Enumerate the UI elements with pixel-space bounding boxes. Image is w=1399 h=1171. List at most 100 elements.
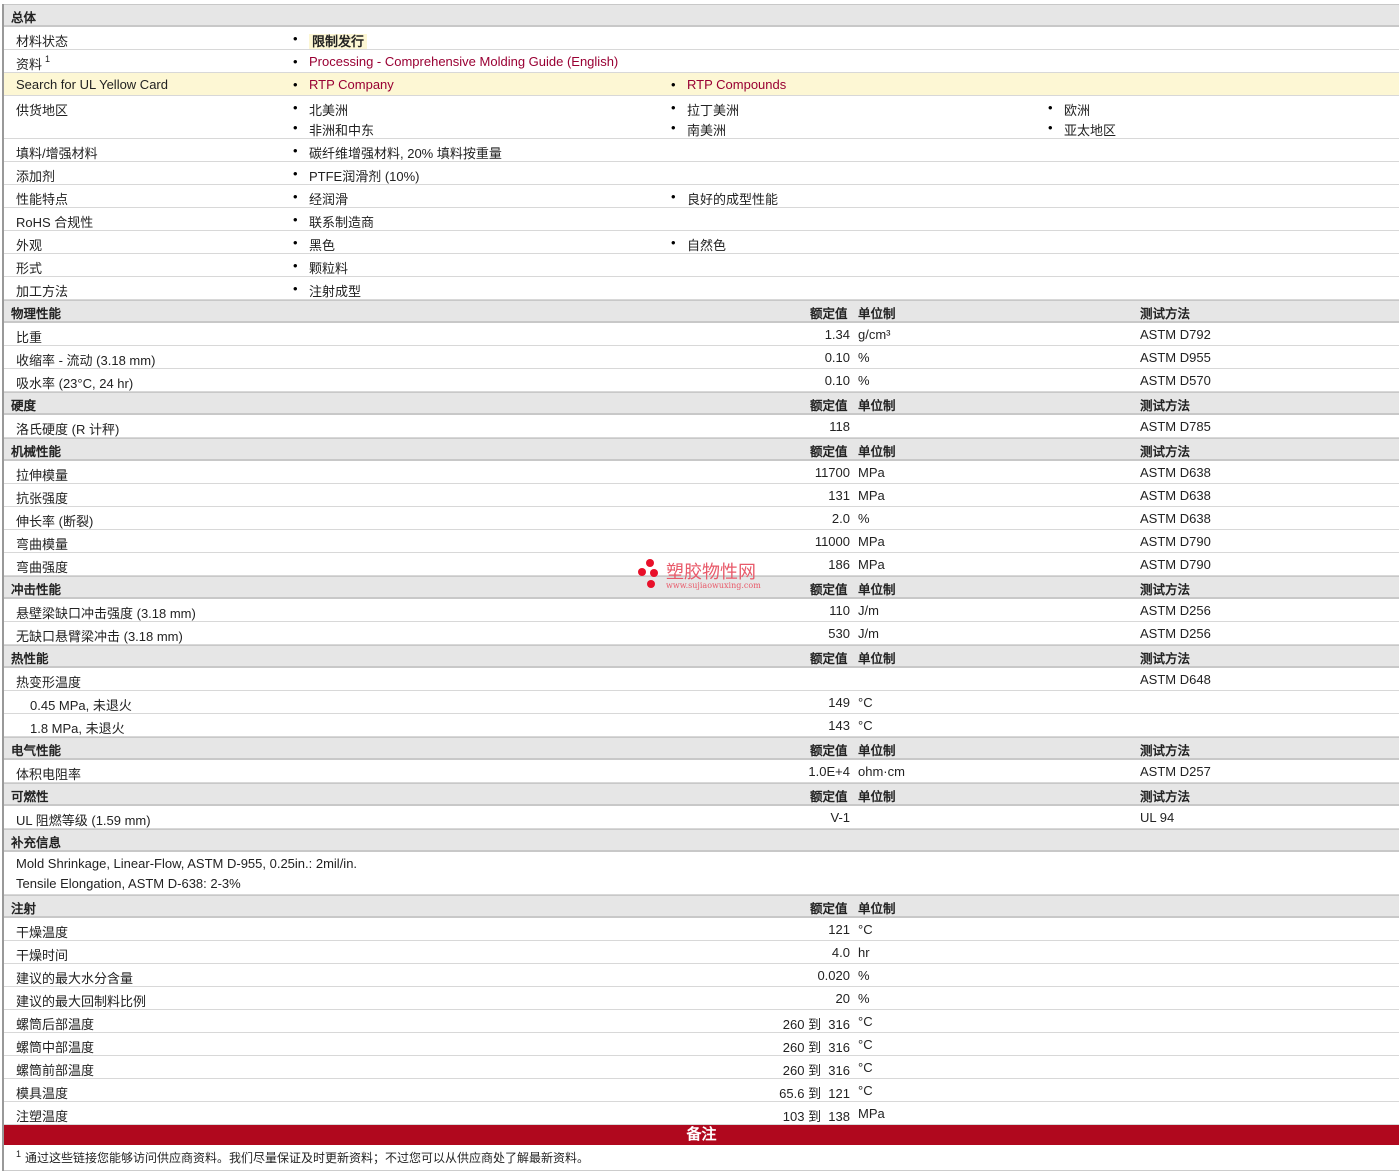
- item-text: 拉丁美洲: [687, 103, 740, 118]
- item-text: 良好的成型性能: [687, 192, 779, 207]
- header-method: 测试方法: [1140, 582, 1191, 597]
- link-item[interactable]: RTP Company: [293, 77, 394, 92]
- property-value: 20: [835, 991, 850, 1006]
- property-unit: J/m: [858, 626, 879, 641]
- property-value: 118: [829, 419, 850, 434]
- property-label: 体积电阻率: [16, 767, 82, 782]
- general-row: 资料1 Processing - Comprehensive Molding Gu…: [4, 50, 1399, 73]
- header-method: 测试方法: [1140, 444, 1191, 459]
- property-unit: g/cm³: [858, 327, 891, 342]
- general-row: 供货地区 北美洲非洲和中东 拉丁美洲南美洲 欧洲亚太地区: [4, 96, 1399, 139]
- test-method: ASTM D790: [1140, 557, 1211, 572]
- test-method: ASTM D785: [1140, 419, 1211, 434]
- property-row: 弯曲模量 11000 MPa ASTM D790: [4, 530, 1399, 553]
- property-value: 110: [829, 603, 850, 618]
- property-unit: °C: [858, 922, 873, 937]
- list-item: 拉丁美洲: [671, 100, 740, 119]
- list-item: 欧洲: [1048, 100, 1090, 119]
- header-value: 额定值: [810, 651, 848, 666]
- property-value: 260 到 316: [782, 1017, 850, 1032]
- general-row: 添加剂 PTFE润滑剂 (10%): [4, 162, 1399, 185]
- header-unit: 单位制: [858, 444, 896, 459]
- item-text[interactable]: Processing - Comprehensive Molding Guide…: [309, 54, 618, 69]
- property-label: 建议的最大回制料比例: [16, 994, 147, 1009]
- list-item: 联系制造商: [293, 212, 374, 231]
- general-row: 外观 黑色 自然色: [4, 231, 1399, 254]
- section-header: 可燃性 额定值 单位制 测试方法: [4, 783, 1399, 806]
- item-text[interactable]: RTP Compounds: [687, 77, 786, 92]
- item-text: 非洲和中东: [309, 123, 375, 138]
- link-item[interactable]: RTP Compounds: [671, 77, 786, 92]
- row-label: 供货地区: [16, 103, 69, 118]
- property-row: 模具温度 65.6 到 121 °C: [4, 1079, 1399, 1102]
- row-label: 外观: [16, 238, 43, 253]
- property-label: 螺筒前部温度: [16, 1063, 95, 1078]
- section-title: 可燃性: [11, 789, 49, 804]
- notes-header: 备注: [4, 1125, 1399, 1145]
- property-unit: MPa: [858, 465, 885, 480]
- section-title: 机械性能: [11, 444, 62, 459]
- row-label: 添加剂: [16, 169, 56, 184]
- list-item: 非洲和中东: [293, 120, 375, 139]
- footnote-text: 通过这些链接您能够访问供应商资料。我们尽量保证及时更新资料；不过您可以从供应商处…: [25, 1151, 590, 1165]
- property-row: 体积电阻率 1.0E+4 ohm·cm ASTM D257: [4, 760, 1399, 783]
- general-row: 材料状态 限制发行: [4, 27, 1399, 50]
- property-value: 0.10: [824, 373, 850, 388]
- header-unit: 单位制: [858, 651, 896, 666]
- property-value: 260 到 316: [782, 1040, 850, 1055]
- header-unit: 单位制: [858, 743, 896, 758]
- test-method: UL 94: [1140, 810, 1175, 825]
- item-text: 南美洲: [687, 123, 727, 138]
- item-text[interactable]: RTP Company: [309, 77, 394, 92]
- property-row: 螺筒后部温度 260 到 316 °C: [4, 1010, 1399, 1033]
- header-value: 额定值: [810, 582, 848, 597]
- test-method: ASTM D570: [1140, 373, 1211, 388]
- section-header: 物理性能 额定值 单位制 测试方法: [4, 300, 1399, 323]
- property-label: 无缺口悬臂梁冲击 (3.18 mm): [16, 629, 183, 644]
- row-label: 性能特点: [16, 192, 69, 207]
- property-label: 拉伸模量: [16, 468, 69, 483]
- property-row: 抗张强度 131 MPa ASTM D638: [4, 484, 1399, 507]
- property-label: 洛氏硬度 (R 计秤): [16, 422, 120, 437]
- property-label: 收缩率 - 流动 (3.18 mm): [16, 353, 156, 368]
- property-label: 注塑温度: [16, 1109, 69, 1124]
- header-method: 测试方法: [1140, 398, 1191, 413]
- item-text: 经润滑: [309, 192, 349, 207]
- section-injection: 注射 额定值 单位制: [4, 895, 1399, 918]
- link-item[interactable]: Processing - Comprehensive Molding Guide…: [293, 54, 618, 69]
- property-unit: MPa: [858, 534, 885, 549]
- header-value: 额定值: [810, 306, 848, 321]
- property-row: UL 阻燃等级 (1.59 mm) V-1 UL 94: [4, 806, 1399, 829]
- header-value: 额定值: [810, 444, 848, 459]
- property-value: 65.6 到 121: [779, 1086, 850, 1101]
- property-label: 1.8 MPa, 未退火: [30, 721, 125, 736]
- property-value: 186: [828, 557, 850, 572]
- item-text: 黑色: [309, 238, 336, 253]
- property-row: 洛氏硬度 (R 计秤) 118 ASTM D785: [4, 415, 1399, 438]
- property-unit: %: [858, 373, 870, 388]
- property-row: 收缩率 - 流动 (3.18 mm) 0.10% ASTM D955: [4, 346, 1399, 369]
- section-title: 硬度: [11, 398, 37, 413]
- property-row: 伸长率 (断裂) 2.0% ASTM D638: [4, 507, 1399, 530]
- general-row: 加工方法 注射成型: [4, 277, 1399, 300]
- item-text: 注射成型: [309, 284, 362, 299]
- header-value: 额定值: [810, 743, 848, 758]
- general-row: RoHS 合规性 联系制造商: [4, 208, 1399, 231]
- header-method: 测试方法: [1140, 306, 1191, 321]
- test-method: ASTM D638: [1140, 465, 1211, 480]
- property-unit: °C: [858, 1060, 873, 1075]
- property-value: 131: [828, 488, 850, 503]
- property-value: 143: [828, 718, 850, 733]
- property-row: 吸水率 (23°C, 24 hr) 0.10% ASTM D570: [4, 369, 1399, 392]
- footnote-ref: 1: [45, 54, 51, 64]
- property-unit: °C: [858, 695, 873, 710]
- section-general: 总体: [4, 4, 1399, 27]
- status-badge: 限制发行: [309, 34, 368, 49]
- test-method: ASTM D256: [1140, 626, 1211, 641]
- section-title: 冲击性能: [11, 582, 62, 597]
- property-unit: MPa: [858, 1106, 885, 1121]
- list-item: 良好的成型性能: [671, 189, 779, 208]
- property-label: 热变形温度: [16, 675, 82, 690]
- property-label: 干燥时间: [16, 948, 69, 963]
- test-method: ASTM D648: [1140, 672, 1211, 687]
